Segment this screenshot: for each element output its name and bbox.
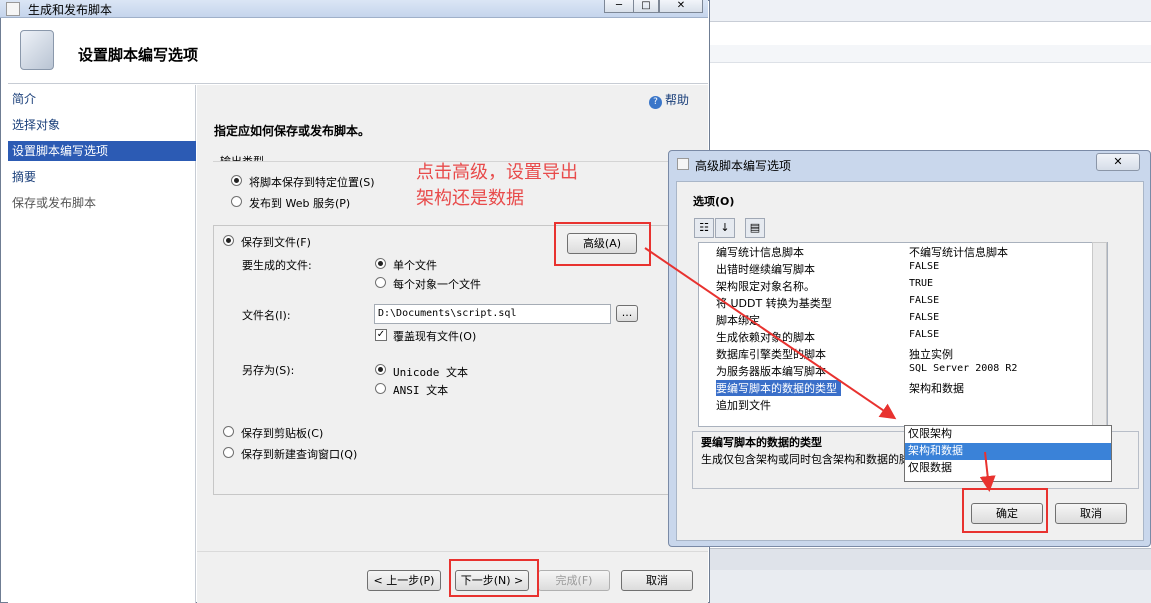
arrow-to-dropdown-icon — [644, 247, 897, 420]
arrow-to-ok-icon — [979, 451, 996, 492]
annotation-arrows — [644, 247, 996, 492]
